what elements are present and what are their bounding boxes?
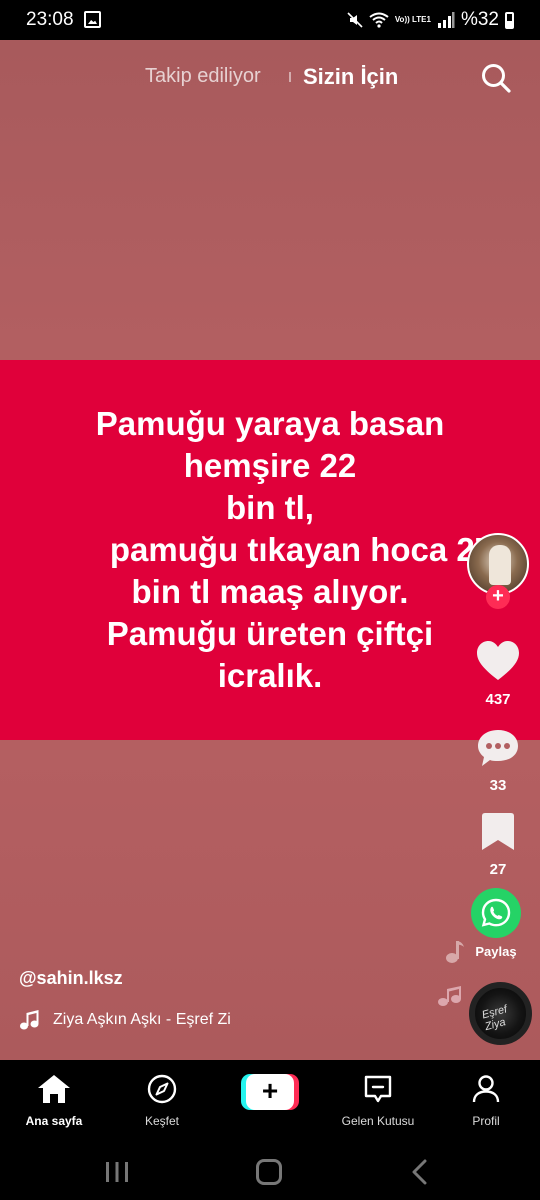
comment-button[interactable]: 33: [468, 728, 528, 794]
plus-icon: +: [246, 1074, 294, 1110]
nav-inbox[interactable]: Gelen Kutusu: [328, 1074, 428, 1128]
nav-profile[interactable]: Profil: [436, 1074, 536, 1128]
caption-line: Pamuğu yaraya basan: [95, 405, 445, 442]
follow-button[interactable]: +: [486, 585, 510, 609]
caption-line: icralık.: [217, 657, 323, 694]
nav-discover-label: Keşfet: [144, 1114, 180, 1128]
system-home-icon[interactable]: [256, 1159, 282, 1185]
recents-icon[interactable]: [103, 1160, 131, 1184]
battery-icon: [505, 11, 514, 29]
caption-line: hemşire 22: [183, 447, 357, 484]
comment-count: 33: [489, 777, 507, 794]
video-caption: Pamuğu yaraya basan hemşire 22 bin tl, p…: [0, 403, 540, 697]
status-time: 23:08: [26, 9, 74, 30]
status-icons: Vo)) LTE1 %32: [347, 9, 514, 31]
caption-line: Pamuğu üreten çiftçi: [106, 615, 434, 652]
sound-title: Ziya Aşkın Aşkı - Eşref Zi: [53, 1011, 231, 1028]
like-button[interactable]: 437: [468, 640, 528, 708]
music-disc[interactable]: Eşref Ziya: [469, 982, 532, 1045]
share-button[interactable]: Paylaş: [466, 888, 526, 959]
search-icon[interactable]: [480, 62, 512, 94]
caption-line: pamuğu tıkayan hoca 27: [109, 531, 494, 568]
create-button[interactable]: +: [241, 1074, 299, 1110]
music-icon: [20, 1010, 39, 1030]
music-disc-label: Eşref Ziya: [480, 1003, 509, 1034]
system-nav-bar: [0, 1132, 540, 1200]
volte-indicator: Vo)) LTE1: [394, 15, 431, 24]
home-icon: [38, 1075, 70, 1103]
nav-inbox-label: Gelen Kutusu: [341, 1114, 415, 1128]
feed-tabs: Takip ediliyor Sizin İçin: [0, 62, 540, 92]
tab-divider: [289, 72, 291, 82]
signal-icon: [437, 12, 455, 28]
favorite-count: 27: [489, 861, 507, 878]
comment-icon: [478, 730, 518, 766]
tab-for-you[interactable]: Sizin İçin: [303, 64, 398, 90]
favorite-button[interactable]: 27: [468, 812, 528, 878]
like-count: 437: [485, 691, 511, 708]
whatsapp-icon: [471, 888, 521, 938]
mute-icon: [347, 12, 363, 28]
music-note-icon: [438, 986, 461, 1006]
inbox-icon: [364, 1075, 392, 1103]
nav-discover[interactable]: Keşfet: [112, 1074, 212, 1128]
nav-home[interactable]: Ana sayfa: [4, 1074, 104, 1128]
avatar-figure: [489, 545, 511, 585]
heart-icon: [477, 641, 519, 680]
profile-icon: [472, 1075, 500, 1103]
tab-following[interactable]: Takip ediliyor: [145, 65, 261, 88]
gallery-notification-icon: [84, 11, 101, 28]
sound-info[interactable]: Ziya Aşkın Aşkı - Eşref Zi: [19, 1008, 231, 1032]
nav-home-label: Ana sayfa: [25, 1114, 83, 1128]
wifi-icon: [369, 12, 389, 28]
music-note-icon: [446, 941, 464, 963]
share-label: Paylaş: [475, 944, 517, 959]
caption-line: bin tl,: [226, 489, 314, 526]
whatsapp-glyph: [481, 898, 511, 927]
creator-username[interactable]: @sahin.lksz: [19, 968, 123, 989]
nav-profile-label: Profil: [472, 1114, 500, 1128]
caption-line: bin tl maaş alıyor.: [131, 573, 409, 610]
status-bar: 23:08 Vo)) LTE1 %32: [0, 0, 540, 40]
back-icon[interactable]: [408, 1159, 432, 1185]
compass-icon: [147, 1074, 177, 1104]
battery-percent: %32: [460, 9, 499, 30]
bookmark-icon: [482, 813, 514, 850]
